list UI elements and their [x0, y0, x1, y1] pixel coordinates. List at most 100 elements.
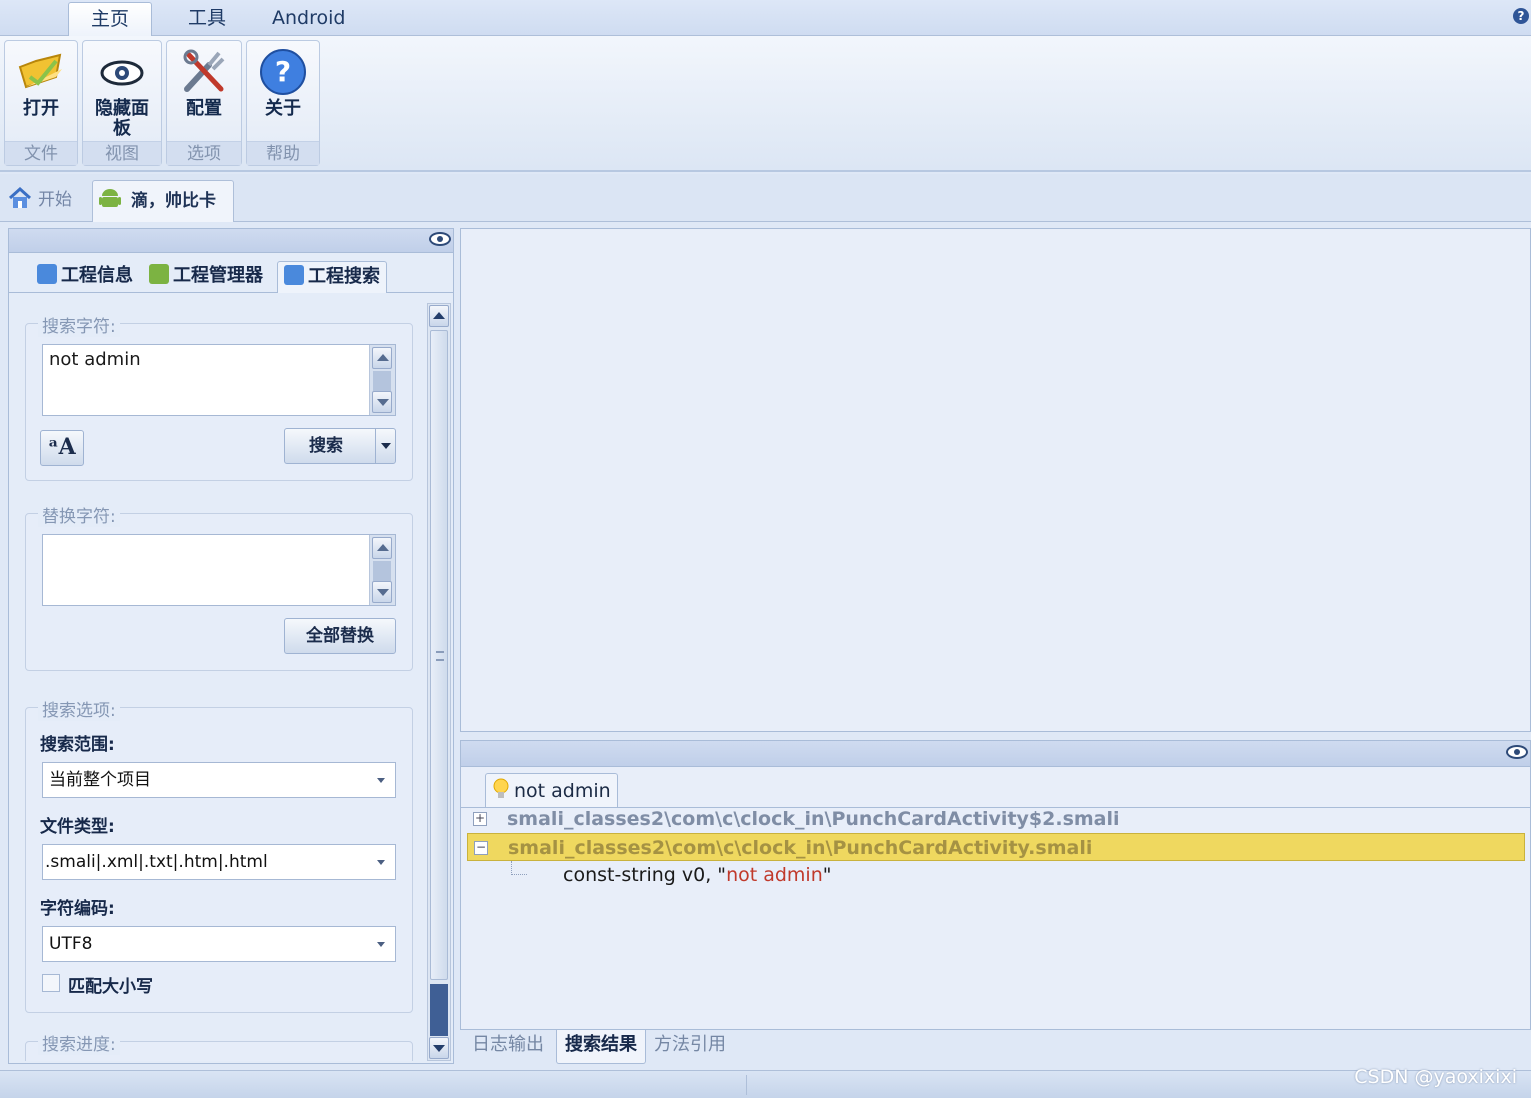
scroll-down-icon[interactable] [372, 581, 392, 603]
tree-row-match[interactable]: const-string v0, "not admin" [467, 861, 1525, 889]
help-icon: ? [258, 47, 308, 97]
panel-tab-bar: 工程信息 工程管理器 工程搜索 [9, 255, 453, 293]
android-icon [99, 185, 121, 225]
font-case-button[interactable]: ᵃA [40, 430, 84, 466]
scope-label: 搜索范围: [40, 735, 115, 755]
progress-legend: 搜索进度: [38, 1030, 120, 1055]
search-input-value: not admin [49, 349, 141, 370]
search-results-panel: not admin + smali_classes2\com\c\clock_i… [460, 740, 1531, 1030]
search-progress-group: 搜索进度: [25, 1030, 413, 1061]
scroll-thumb[interactable] [373, 371, 391, 391]
search-input-scrollbar[interactable] [369, 345, 395, 415]
pin-eye-icon[interactable] [429, 232, 451, 246]
config-button-label: 配置 [186, 98, 222, 119]
tree-connector [511, 861, 527, 875]
replace-input[interactable] [42, 534, 396, 606]
match-case-label: 匹配大小写 [68, 977, 153, 997]
search-legend: 搜索字符: [38, 312, 120, 337]
search-input[interactable]: not admin [42, 344, 396, 416]
svg-text:?: ? [275, 55, 291, 88]
search-options-group: 搜索选项: 搜索范围: 当前整个项目 文件类型: .smali|.xml|.tx… [25, 696, 413, 1013]
tab-start-label: 开始 [38, 190, 72, 210]
dropdown-arrow-icon[interactable] [375, 429, 395, 463]
android-box-icon [149, 264, 169, 284]
tree-row-path: smali_classes2\com\c\clock_in\PunchCardA… [507, 808, 1120, 830]
group-label-options: 选项 [167, 141, 241, 165]
tab-method-refs[interactable]: 方法引用 [654, 1030, 726, 1064]
tab-search-results[interactable]: 搜索结果 [556, 1030, 646, 1064]
search-form-area: 搜索字符: not admin ᵃA 搜索 替换字符: 全部替换 搜索选项: 搜… [11, 295, 451, 1061]
scroll-down-icon[interactable] [429, 1037, 449, 1059]
open-folder-icon [16, 47, 66, 97]
scroll-down-icon[interactable] [372, 391, 392, 413]
editor-area[interactable] [460, 228, 1531, 732]
code-suffix: " [822, 864, 832, 886]
filetype-select[interactable]: .smali|.xml|.txt|.htm|.html [42, 844, 396, 880]
tab-start[interactable]: 开始 [8, 180, 90, 222]
tab-log-output[interactable]: 日志输出 [472, 1030, 544, 1064]
encoding-value: UTF8 [49, 934, 93, 954]
ribbon-body: 打开 文件 隐藏面板 视图 配置 选项 ? 关于 帮助 [0, 36, 1531, 172]
ribbon-group-view: 隐藏面板 视图 [82, 40, 162, 166]
document-tab-bar: 开始 滴，帅比卡 [0, 174, 1531, 222]
ribbon-tab-tools[interactable]: 工具 [166, 2, 248, 36]
about-button[interactable]: ? 关于 [247, 41, 319, 141]
chevron-down-icon [377, 778, 385, 783]
tools-icon [179, 47, 229, 97]
tab-project-search-label: 工程搜索 [308, 266, 380, 287]
replace-input-scrollbar[interactable] [369, 535, 395, 605]
panel-scrollbar[interactable] [427, 303, 451, 1061]
status-divider [746, 1075, 747, 1095]
scope-value: 当前整个项目 [49, 770, 151, 790]
tab-project-label: 滴，帅比卡 [131, 191, 216, 211]
match-code-line: const-string v0, "not admin" [563, 861, 832, 889]
replace-legend: 替换字符: [38, 502, 120, 527]
panel-header [9, 229, 453, 253]
options-legend: 搜索选项: [38, 696, 120, 721]
result-tab-label: not admin [514, 780, 611, 802]
match-case-checkbox[interactable] [42, 974, 60, 992]
tab-project-search[interactable]: 工程搜索 [277, 261, 387, 293]
config-button[interactable]: 配置 [167, 41, 241, 141]
filetype-label: 文件类型: [40, 817, 115, 837]
result-tab-not-admin[interactable]: not admin [485, 773, 618, 807]
chevron-down-icon [377, 860, 385, 865]
search-button[interactable]: 搜索 [284, 428, 396, 464]
tab-project[interactable]: 滴，帅比卡 [92, 180, 234, 222]
search-button-label: 搜索 [309, 436, 343, 456]
tree-row-file[interactable]: + smali_classes2\com\c\clock_in\PunchCar… [467, 805, 1525, 833]
tree-row-path: smali_classes2\com\c\clock_in\PunchCardA… [508, 837, 1093, 859]
replace-group: 替换字符: 全部替换 [25, 502, 413, 671]
expand-plus-icon[interactable]: + [473, 812, 487, 826]
replace-all-button[interactable]: 全部替换 [284, 618, 396, 654]
tree-row-file-selected[interactable]: − smali_classes2\com\c\clock_in\PunchCar… [467, 833, 1525, 861]
scope-select[interactable]: 当前整个项目 [42, 762, 396, 798]
tab-project-info[interactable]: 工程信息 [37, 261, 133, 293]
scroll-track-lower[interactable] [430, 984, 448, 1036]
tab-project-manager[interactable]: 工程管理器 [149, 261, 263, 293]
group-label-file: 文件 [5, 141, 77, 165]
font-size-icon: ᵃA [48, 434, 76, 460]
scroll-thumb[interactable] [373, 561, 391, 581]
scroll-thumb[interactable] [430, 330, 448, 980]
code-prefix: const-string v0, " [563, 864, 727, 886]
scroll-up-icon[interactable] [429, 305, 449, 327]
status-bar [0, 1070, 1531, 1098]
filetype-value: .smali|.xml|.txt|.htm|.html [45, 852, 268, 872]
collapse-minus-icon[interactable]: − [474, 841, 488, 855]
encoding-select[interactable]: UTF8 [42, 926, 396, 962]
hide-panel-button[interactable]: 隐藏面板 [83, 41, 161, 141]
info-icon [37, 264, 57, 284]
pin-eye-icon[interactable] [1506, 745, 1528, 759]
ribbon-tab-android[interactable]: Android [250, 2, 367, 36]
search-group: 搜索字符: not admin ᵃA 搜索 [25, 312, 413, 481]
results-panel-header [461, 741, 1530, 767]
ribbon-group-help: ? 关于 帮助 [246, 40, 320, 166]
encoding-label: 字符编码: [40, 899, 115, 919]
scroll-up-icon[interactable] [372, 537, 392, 559]
ribbon-tab-home[interactable]: 主页 [68, 2, 153, 36]
ribbon-group-options: 配置 选项 [166, 40, 242, 166]
open-button[interactable]: 打开 [5, 41, 77, 141]
help-circle-icon[interactable]: ? [1513, 8, 1529, 24]
scroll-up-icon[interactable] [372, 347, 392, 369]
